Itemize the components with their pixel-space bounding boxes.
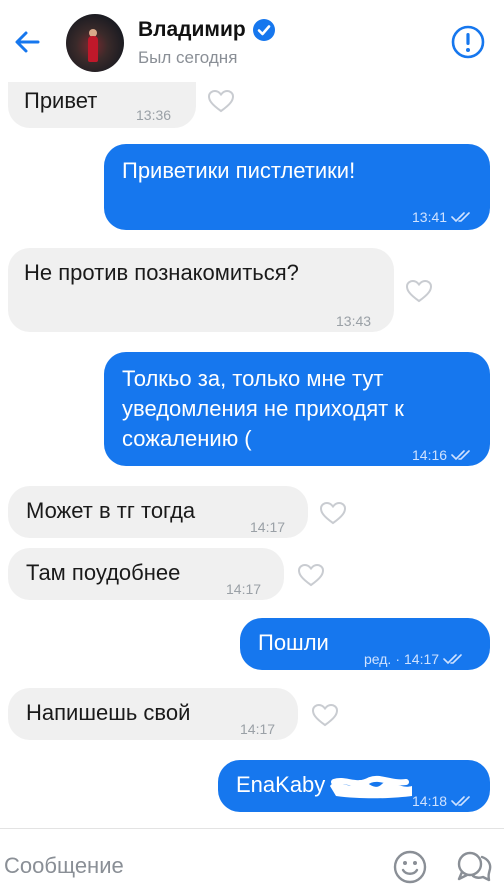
message-bubble-incoming[interactable]: Там поудобнее 14:17 [8,548,284,600]
double-check-icon [451,212,470,223]
message-text: Толкьо за, только мне тут уведомления не… [122,366,404,451]
message-text: Приветики пистлетики! [122,158,356,183]
verified-badge-icon [252,19,275,41]
chat-header: Владимир Был сегодня [0,0,504,82]
message-text: Привет [24,88,98,113]
message-bubble-incoming[interactable]: Напишешь свой 14:17 [8,688,298,740]
avatar[interactable] [66,14,124,72]
message-bubble-outgoing[interactable]: Пошли ред. · 14:17 [240,618,490,670]
heart-icon[interactable] [206,88,236,114]
double-check-icon [451,450,470,461]
message-time: 13:41 [412,202,473,232]
contact-name-row[interactable]: Владимир [138,18,276,42]
message-text: Не против познакомиться? [24,260,299,285]
message-time: 14:18 [412,786,473,816]
message-text: Может в тг тогда [26,498,196,523]
smile-icon[interactable] [392,849,428,885]
message-input[interactable]: Сообщение [0,829,380,896]
message-time: ред. · 14:17 [364,644,465,674]
double-check-icon [443,654,462,665]
double-check-icon [451,796,470,807]
exclamation-circle-icon[interactable] [450,24,486,60]
message-text: Пошли [258,630,329,655]
message-time: 14:16 [412,440,473,470]
message-bubble-incoming[interactable]: Не против познакомиться? 13:43 [8,248,394,332]
message-time: 13:36 [136,107,172,123]
edited-label: ред. [364,651,392,667]
message-text: Напишешь свой [26,700,191,725]
message-bubble-incoming[interactable]: Может в тг тогда 14:17 [8,486,308,538]
message-time: 14:17 [226,581,262,597]
message-bubble-incoming[interactable]: Привет 13:36 [8,78,196,128]
message-time: 14:17 [240,721,276,737]
message-text: EnaKaby [236,772,326,797]
message-bubble-outgoing[interactable]: Приветики пистлетики! 13:41 [104,144,490,230]
message-time: 14:17 [250,519,286,535]
heart-icon[interactable] [296,562,326,588]
contact-name: Владимир [138,18,246,41]
message-composer: Сообщение [0,829,504,896]
message-text: Там поудобнее [26,560,181,585]
redaction-scribble [330,775,412,799]
message-bubble-outgoing[interactable]: EnaKaby 14:18 [218,760,490,812]
heart-icon[interactable] [310,702,340,728]
arrow-left-icon[interactable] [8,22,48,62]
heart-icon[interactable] [318,500,348,526]
heart-icon[interactable] [404,278,434,304]
message-bubble-outgoing[interactable]: Толкьо за, только мне тут уведомления не… [104,352,490,466]
message-time: 13:43 [336,313,372,329]
contact-status: Был сегодня [138,48,238,67]
chat-bubbles-icon[interactable] [454,849,494,885]
